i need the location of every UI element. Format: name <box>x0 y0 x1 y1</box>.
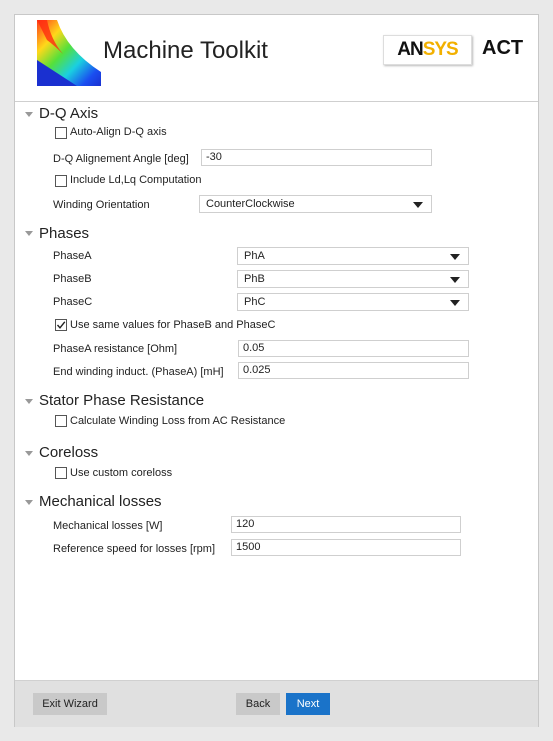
coreloss-section-title[interactable]: Coreloss <box>39 444 98 461</box>
phaseC-label: PhaseC <box>53 296 93 308</box>
phaseA-label: PhaseA <box>53 250 92 262</box>
auto-align-checkbox[interactable] <box>55 127 67 139</box>
mechanical-losses-input[interactable]: 120 <box>231 516 461 533</box>
phaseA-select[interactable]: PhA <box>237 247 469 265</box>
mechanical-losses-label: Mechanical losses [W] <box>53 520 163 532</box>
phases-section-title[interactable]: Phases <box>39 225 89 242</box>
reference-speed-input[interactable]: 1500 <box>231 539 461 556</box>
phaseA-value: PhA <box>244 250 265 262</box>
act-label: ACT <box>482 37 524 59</box>
phaseC-value: PhC <box>244 296 266 308</box>
winding-orientation-label: Winding Orientation <box>53 199 150 211</box>
same-values-label: Use same values for PhaseB and PhaseC <box>70 319 276 331</box>
chevron-down-icon <box>450 277 460 283</box>
resistance-label: PhaseA resistance [Ohm] <box>53 343 178 355</box>
back-button[interactable]: Back <box>236 693 280 715</box>
chevron-down-icon <box>450 254 460 260</box>
ldlq-label: Include Ld,Lq Computation <box>70 174 202 186</box>
stator-section-title[interactable]: Stator Phase Resistance <box>39 392 204 409</box>
dq-angle-label: D-Q Alignement Angle [deg] <box>53 153 189 165</box>
dq-collapse-icon[interactable] <box>25 112 33 117</box>
next-button[interactable]: Next <box>286 693 330 715</box>
chevron-down-icon <box>450 300 460 306</box>
auto-align-label: Auto-Align D-Q axis <box>70 126 167 138</box>
phases-collapse-icon[interactable] <box>25 231 33 236</box>
header: Machine Toolkit ANSYS ACT <box>15 15 538 102</box>
mechanical-section-title[interactable]: Mechanical losses <box>39 493 162 510</box>
reference-speed-label: Reference speed for losses [rpm] <box>53 543 216 555</box>
calc-winding-loss-label: Calculate Winding Loss from AC Resistanc… <box>70 415 286 427</box>
wizard-window: Machine Toolkit ANSYS ACT D-Q Axis Auto-… <box>14 14 539 727</box>
coreloss-collapse-icon[interactable] <box>25 451 33 456</box>
app-title: Machine Toolkit <box>103 37 268 64</box>
winding-orientation-value: CounterClockwise <box>206 198 295 210</box>
dq-section-title[interactable]: D-Q Axis <box>39 105 98 122</box>
winding-orientation-select[interactable]: CounterClockwise <box>199 195 432 213</box>
footer-bar: Exit Wizard Back Next <box>15 680 538 727</box>
exit-wizard-button[interactable]: Exit Wizard <box>33 693 107 715</box>
phaseB-label: PhaseB <box>53 273 92 285</box>
end-winding-label: End winding induct. (PhaseA) [mH] <box>53 366 224 378</box>
ansys-logo: ANSYS <box>383 35 472 65</box>
calc-winding-loss-checkbox[interactable] <box>55 415 67 427</box>
same-values-checkbox[interactable] <box>55 319 67 331</box>
mechanical-collapse-icon[interactable] <box>25 500 33 505</box>
machine-toolkit-logo <box>37 20 101 86</box>
custom-coreloss-checkbox[interactable] <box>55 467 67 479</box>
chevron-down-icon <box>413 202 423 208</box>
phaseB-select[interactable]: PhB <box>237 270 469 288</box>
dq-angle-input[interactable]: -30 <box>201 149 432 166</box>
ldlq-checkbox[interactable] <box>55 175 67 187</box>
end-winding-input[interactable]: 0.025 <box>238 362 469 379</box>
custom-coreloss-label: Use custom coreloss <box>70 467 173 479</box>
checkmark-icon <box>56 321 66 329</box>
phaseC-select[interactable]: PhC <box>237 293 469 311</box>
resistance-input[interactable]: 0.05 <box>238 340 469 357</box>
stator-collapse-icon[interactable] <box>25 399 33 404</box>
phaseB-value: PhB <box>244 273 265 285</box>
